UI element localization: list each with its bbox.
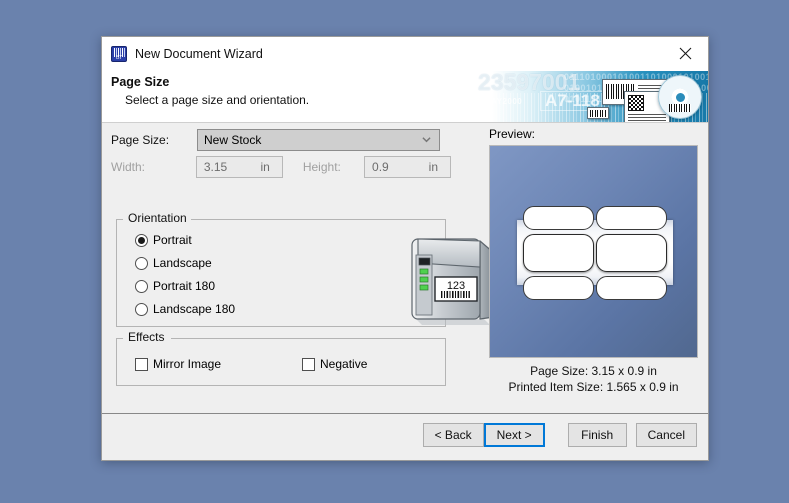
back-button[interactable]: < Back	[423, 423, 484, 447]
preview-column: Preview: Page Size: 3.15 x 0.9 in Printe…	[488, 123, 703, 413]
page-size-row: Page Size: New Stock	[111, 129, 440, 151]
radio-portrait-180[interactable]: Portrait 180	[135, 279, 215, 293]
height-value: 0.9	[372, 160, 389, 174]
height-unit: in	[429, 160, 438, 174]
finish-button[interactable]: Finish	[568, 423, 627, 447]
width-unit: in	[261, 160, 270, 174]
group-border-left	[117, 219, 123, 220]
checkbox-icon	[302, 358, 315, 371]
radio-label: Portrait	[153, 233, 192, 247]
cancel-button[interactable]: Cancel	[636, 423, 697, 447]
bartender-app-icon: BT	[111, 46, 127, 62]
width-value: 3.15	[204, 160, 227, 174]
dialog-body: Page Size: New Stock Width: 3.15 in Heig…	[102, 123, 708, 413]
radio-icon	[135, 303, 148, 316]
next-button[interactable]: Next >	[484, 423, 545, 447]
label-cell-partial-top-left	[523, 206, 594, 230]
preview-caption: Page Size: 3.15 x 0.9 in Printed Item Si…	[488, 363, 699, 395]
small-barcode-card-icon	[587, 107, 609, 119]
label-cell-partial-bottom-right	[596, 276, 667, 300]
banner-date-code: 09MAY2000	[474, 97, 522, 106]
app-icon-label: BT	[112, 55, 126, 61]
label-cell-right	[596, 234, 667, 272]
height-input[interactable]: 0.9 in	[364, 156, 451, 178]
page-size-value: New Stock	[204, 133, 261, 147]
radio-label: Portrait 180	[153, 279, 215, 293]
qr-code-icon	[628, 95, 644, 111]
width-input[interactable]: 3.15 in	[196, 156, 283, 178]
printed-item-size-caption: Printed Item Size: 1.565 x 0.9 in	[488, 379, 699, 395]
button-row: < Back Next > Finish Cancel	[423, 423, 697, 447]
radio-label: Landscape	[153, 256, 212, 270]
title-bar: BT New Document Wizard	[102, 37, 708, 71]
group-border-right	[171, 338, 445, 339]
printer-screen-text: 123	[447, 280, 465, 292]
preview-label: Preview:	[489, 127, 535, 141]
page-size-combobox[interactable]: New Stock	[197, 129, 440, 151]
label-cell-partial-bottom-left	[523, 276, 594, 300]
wizard-banner-artwork: 23597001 09MAY2000 A7-118 01110100010100…	[468, 71, 708, 123]
disc-with-barcode-icon	[658, 75, 702, 119]
label-cell-left	[523, 234, 594, 272]
dialog-footer: < Back Next > Finish Cancel	[102, 413, 708, 460]
width-label: Width:	[111, 160, 196, 174]
chevron-down-icon	[422, 135, 431, 144]
label-stock-strip	[517, 220, 673, 285]
wizard-header: 23597001 09MAY2000 A7-118 01110100010100…	[102, 71, 708, 123]
radio-landscape[interactable]: Landscape	[135, 256, 212, 270]
page-size-caption: Page Size: 3.15 x 0.9 in	[488, 363, 699, 379]
radio-icon	[135, 257, 148, 270]
checkbox-label: Mirror Image	[153, 357, 221, 371]
preview-area	[489, 145, 698, 358]
barcode-icon	[590, 110, 607, 117]
disc-barcode	[669, 104, 691, 112]
settings-column: Page Size: New Stock Width: 3.15 in Heig…	[102, 123, 462, 413]
radio-icon	[135, 234, 148, 247]
radio-icon	[135, 280, 148, 293]
checkbox-negative[interactable]: Negative	[302, 357, 367, 371]
orientation-groupbox: Orientation Portrait Landscape Portrait …	[116, 219, 446, 327]
dimensions-row: Width: 3.15 in Height: 0.9 in	[111, 156, 451, 178]
group-border-left	[117, 338, 123, 339]
radio-label: Landscape 180	[153, 302, 235, 316]
effects-legend: Effects	[124, 330, 168, 344]
disc-hole	[674, 91, 687, 104]
effects-groupbox: Effects Mirror Image Negative	[116, 338, 446, 386]
group-border-right	[189, 219, 445, 220]
checkbox-label: Negative	[320, 357, 367, 371]
close-icon	[679, 47, 692, 60]
page-size-label: Page Size:	[111, 133, 197, 147]
height-label: Height:	[303, 160, 364, 174]
label-cell-partial-top-right	[596, 206, 667, 230]
close-button[interactable]	[663, 37, 708, 70]
checkbox-icon	[135, 358, 148, 371]
new-document-wizard-dialog: BT New Document Wizard 23597001 09MAY200…	[101, 36, 709, 461]
page-subtitle: Select a page size and orientation.	[125, 93, 309, 107]
orientation-legend: Orientation	[124, 211, 191, 225]
checkbox-mirror-image[interactable]: Mirror Image	[135, 357, 221, 371]
page-title: Page Size	[111, 75, 309, 89]
wizard-header-text: Page Size Select a page size and orienta…	[111, 75, 309, 107]
radio-landscape-180[interactable]: Landscape 180	[135, 302, 235, 316]
radio-portrait[interactable]: Portrait	[135, 233, 192, 247]
window-title: New Document Wizard	[135, 47, 263, 61]
label-text-lines	[628, 114, 666, 123]
